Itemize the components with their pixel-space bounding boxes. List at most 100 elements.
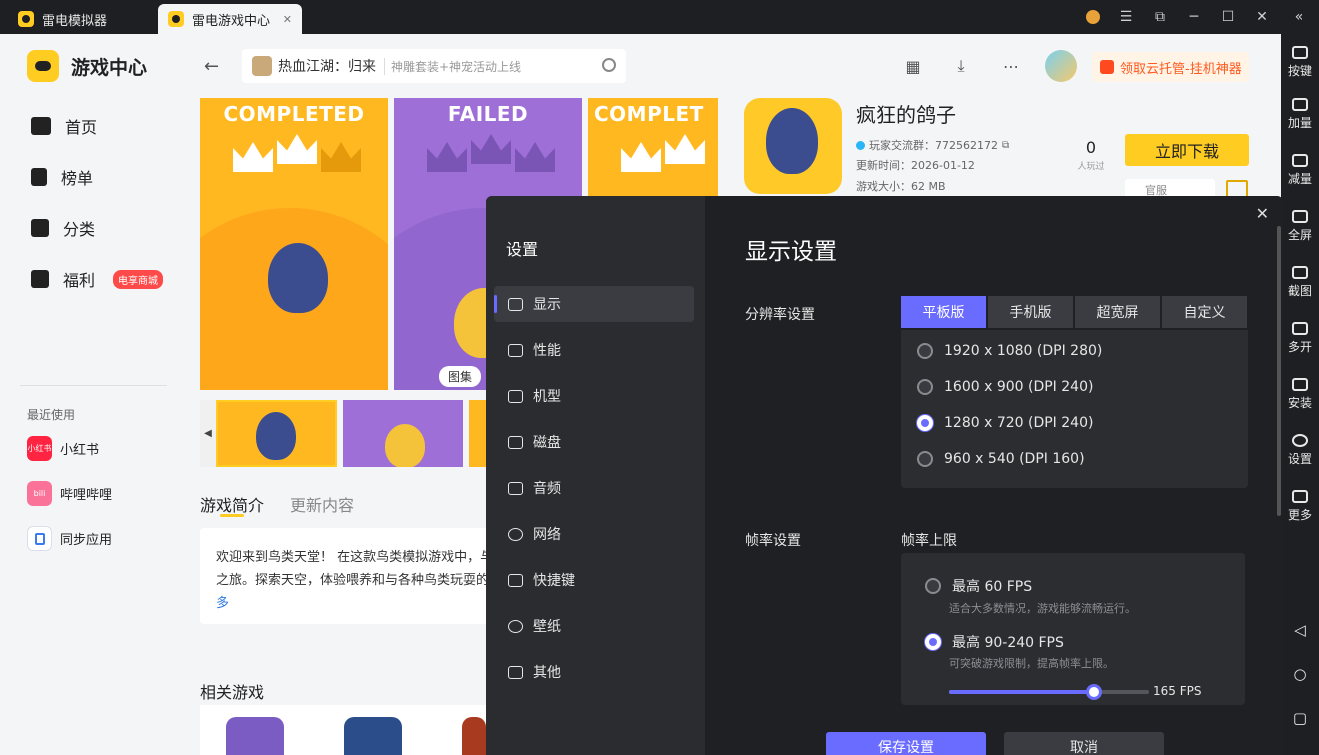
pigeon-icon <box>766 108 818 174</box>
install-apk-button[interactable]: 安装 <box>1281 368 1319 420</box>
radio-icon <box>917 415 933 431</box>
sidebar-item-home[interactable]: 首页 <box>31 114 97 138</box>
more-horizontal-icon[interactable]: ⋯ <box>1002 57 1020 76</box>
disk-icon <box>508 435 523 449</box>
slider-knob[interactable] <box>1086 684 1102 700</box>
keyboard-icon <box>1292 45 1308 59</box>
tab-tablet[interactable]: 平板版 <box>901 296 986 328</box>
settings-menu-wallpaper[interactable]: 壁纸 <box>494 608 694 644</box>
tab-ultrawide[interactable]: 超宽屏 <box>1075 296 1160 328</box>
tab-close-icon[interactable]: ✕ <box>283 13 292 26</box>
menu-label: 性能 <box>533 343 561 359</box>
volume-up-button[interactable]: 加量 <box>1281 88 1319 140</box>
shot-label: FAILED <box>447 102 529 126</box>
intro-text: 欢迎来到鸟类天堂！ 在这款鸟类模拟游戏中，与 <box>216 550 494 565</box>
scrollbar[interactable] <box>1277 226 1281 516</box>
group-text: 玩家交流群：772562172 <box>869 139 998 152</box>
android-recents-icon[interactable]: ▢ <box>1292 709 1308 727</box>
settings-button[interactable]: 设置 <box>1281 424 1319 476</box>
user-avatar-small-icon[interactable] <box>1077 0 1109 34</box>
resolution-option[interactable]: 960 x 540 (DPI 160) <box>917 451 1085 467</box>
close-icon[interactable]: ✕ <box>1256 204 1269 223</box>
thumb-1[interactable] <box>216 400 337 467</box>
tab-custom[interactable]: 自定义 <box>1162 296 1247 328</box>
gear-icon <box>1292 433 1308 447</box>
menu-icon[interactable]: ☰ <box>1110 0 1142 34</box>
gamepad-icon <box>508 481 523 495</box>
maximize-icon[interactable]: ☐ <box>1212 0 1244 34</box>
keymap-label: 按键 <box>1287 63 1312 78</box>
palette-icon <box>508 619 523 633</box>
more-link[interactable]: 多 <box>216 592 229 611</box>
close-window-icon[interactable]: ✕ <box>1246 0 1278 34</box>
settings-menu-performance[interactable]: 性能 <box>494 332 694 368</box>
popout-icon[interactable]: ⧉ <box>1144 0 1176 34</box>
download-button[interactable]: 立即下载 <box>1125 134 1249 166</box>
tab-emulator[interactable]: 雷电模拟器 <box>8 4 117 34</box>
fps-option[interactable]: 最高 90-240 FPS <box>925 632 1064 652</box>
search-bar[interactable]: 热血江湖：归来 神雕套装+神宠活动上线 <box>242 49 626 83</box>
search-icon[interactable] <box>602 58 616 72</box>
menu-label: 壁纸 <box>533 619 561 635</box>
tab-phone[interactable]: 手机版 <box>988 296 1073 328</box>
settings-menu-audio[interactable]: 音频 <box>494 470 694 506</box>
save-button[interactable]: 保存设置 <box>826 732 986 755</box>
settings-menu-display[interactable]: 显示 <box>494 286 694 322</box>
recent-item-bilibili[interactable]: bili 哔哩哔哩 <box>27 481 112 506</box>
more-button[interactable]: 更多 <box>1281 480 1319 532</box>
related-game-icon[interactable] <box>344 717 402 755</box>
settings-menu-other[interactable]: 其他 <box>494 654 694 690</box>
cancel-button[interactable]: 取消 <box>1004 732 1164 755</box>
keymap-button[interactable]: 按键 <box>1281 36 1319 88</box>
recent-item-sync-app[interactable]: 同步应用 <box>27 526 112 551</box>
fps-slider[interactable] <box>949 684 1149 700</box>
sidebar-item-ranking[interactable]: 榜单 <box>31 165 93 189</box>
menu-label: 其他 <box>533 665 561 681</box>
tab-intro[interactable]: 游戏简介 <box>200 492 264 516</box>
crown-icon <box>665 134 705 164</box>
globe-icon <box>508 527 523 541</box>
screenshot-completed[interactable]: COMPLETED <box>200 98 388 390</box>
fullscreen-button[interactable]: 全屏 <box>1281 200 1319 252</box>
gift-icon <box>31 270 49 288</box>
related-game-icon[interactable] <box>226 717 284 755</box>
thumb-3[interactable] <box>469 400 486 467</box>
tab-game-center[interactable]: 雷电游戏中心 ✕ <box>158 4 302 34</box>
resolution-option[interactable]: 1600 x 900 (DPI 240) <box>917 379 1093 395</box>
collapse-toolbar-icon[interactable]: « <box>1283 0 1315 34</box>
back-arrow-icon[interactable]: ← <box>204 56 219 77</box>
multi-instance-button[interactable]: 多开 <box>1281 312 1319 364</box>
screenshot-button[interactable]: 截图 <box>1281 256 1319 308</box>
avatar[interactable] <box>1045 50 1077 82</box>
related-game-icon[interactable] <box>462 717 486 755</box>
android-home-icon[interactable]: ○ <box>1292 665 1308 683</box>
thumb-prev-icon[interactable]: ◀ <box>200 400 216 467</box>
sidebar-item-category[interactable]: 分类 <box>31 216 95 240</box>
game-center-logo-icon <box>168 11 184 27</box>
calendar-icon[interactable]: ▦ <box>904 57 922 76</box>
tab-updates[interactable]: 更新内容 <box>290 492 354 516</box>
minimize-icon[interactable]: ─ <box>1178 0 1210 34</box>
settings-menu-network[interactable]: 网络 <box>494 516 694 552</box>
download-icon[interactable]: ⤓ <box>952 56 970 75</box>
volume-down-button[interactable]: 减量 <box>1281 144 1319 196</box>
copy-icon[interactable]: ⧉ <box>1002 140 1009 151</box>
shot-label: COMPLETED <box>223 102 365 126</box>
game-updated: 更新时间：2026-01-12 <box>856 159 975 172</box>
slider-value: 165 FPS <box>1153 684 1202 698</box>
resolution-option[interactable]: 1280 x 720 (DPI 240) <box>917 415 1093 431</box>
gamepad-icon <box>31 117 51 135</box>
android-back-icon[interactable]: ◁ <box>1292 621 1308 639</box>
gamepad-logo-icon <box>27 50 59 82</box>
recent-item-xiaohongshu[interactable]: 小红书 小红书 <box>27 436 99 461</box>
sidebar-item-welfare[interactable]: 福利 电享商城 <box>31 267 164 291</box>
gallery-pill[interactable]: 图集 <box>439 366 482 387</box>
settings-menu-model[interactable]: 机型 <box>494 378 694 414</box>
resolution-option[interactable]: 1920 x 1080 (DPI 280) <box>917 343 1102 359</box>
fps-option[interactable]: 最高 60 FPS <box>925 576 1032 596</box>
thumb-2[interactable] <box>343 400 463 467</box>
settings-menu-disk[interactable]: 磁盘 <box>494 424 694 460</box>
crown-icon <box>471 134 511 164</box>
settings-menu-hotkeys[interactable]: 快捷键 <box>494 562 694 598</box>
promo-button[interactable]: 领取云托管-挂机神器 <box>1092 52 1249 82</box>
